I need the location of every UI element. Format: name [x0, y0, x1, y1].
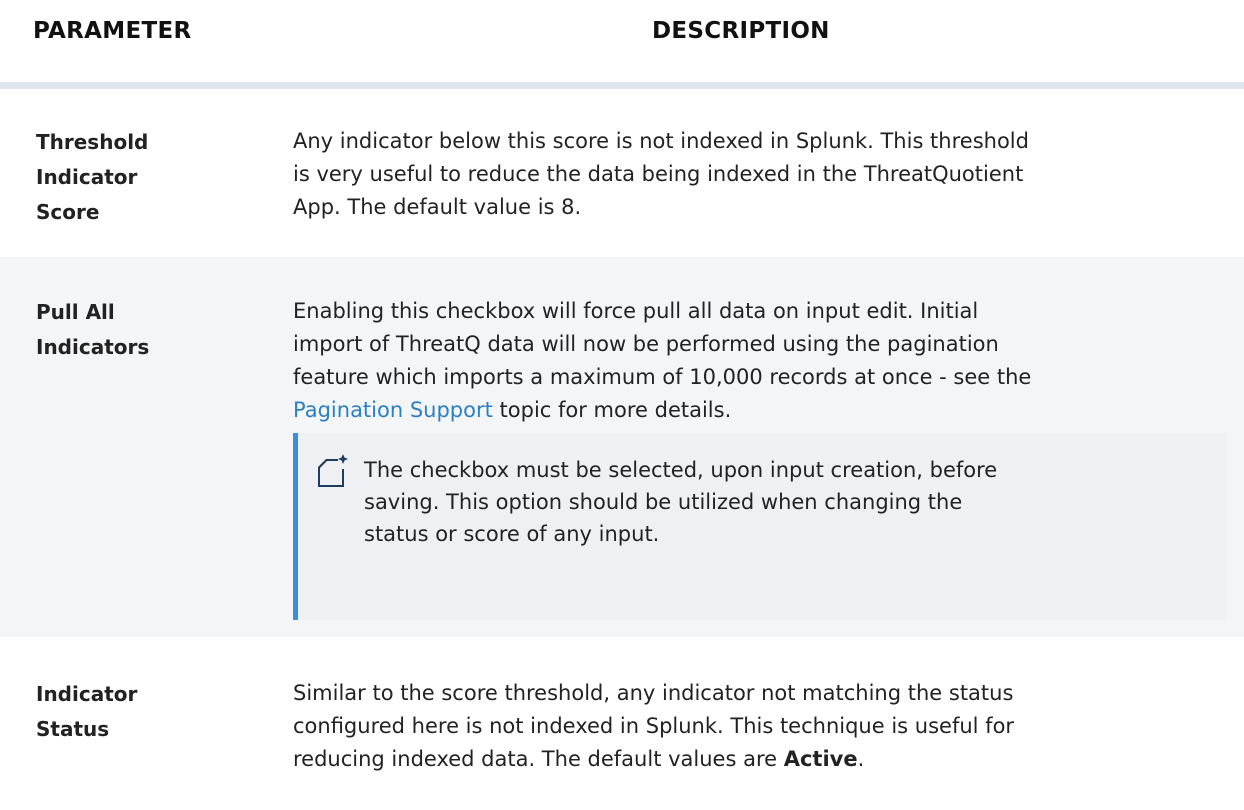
description-line: Enabling this checkbox will force pull a… — [293, 299, 979, 323]
parameter-name-line: Score — [36, 200, 100, 224]
parameter-name-line: Indicators — [36, 335, 150, 359]
table-row: Threshold Indicator Score Any indicator … — [0, 89, 1244, 257]
link-suffix-text: topic for more details. — [492, 398, 732, 422]
table-row: Pull All Indicators Enabling this checkb… — [0, 257, 1244, 637]
parameter-name-line: Threshold — [36, 130, 149, 154]
description-text: . — [857, 747, 865, 771]
parameter-name-line: Pull All — [36, 300, 115, 324]
parameter-table: PARAMETER DESCRIPTION Threshold Indicato… — [0, 0, 1244, 810]
parameter-name: Pull All Indicators — [36, 295, 236, 365]
note-line: saving. This option should be utilized w… — [364, 490, 963, 514]
parameter-description: Enabling this checkbox will force pull a… — [293, 295, 1213, 427]
description-line: is very useful to reduce the data being … — [293, 162, 1024, 186]
description-line: import of ThreatQ data will now be perfo… — [293, 332, 999, 356]
note-text: The checkbox must be selected, upon inpu… — [364, 454, 1214, 550]
parameter-column-header: PARAMETER — [33, 18, 192, 44]
parameter-name-line: Status — [36, 717, 110, 741]
note-callout: The checkbox must be selected, upon inpu… — [293, 433, 1227, 620]
description-line: Any indicator below this score is not in… — [293, 129, 1029, 153]
note-line: status or score of any input. — [364, 522, 660, 546]
default-value: Active — [783, 747, 858, 771]
description-line: App. The default value is 8. — [293, 195, 582, 219]
description-column-header: DESCRIPTION — [652, 18, 830, 44]
parameter-name: Indicator Status — [36, 677, 236, 747]
description-line: reducing indexed data. The default value… — [293, 743, 1213, 776]
note-icon — [318, 454, 348, 487]
parameter-description: Any indicator below this score is not in… — [293, 125, 1213, 224]
parameter-description: Similar to the score threshold, any indi… — [293, 677, 1213, 776]
table-row: Indicator Status Similar to the score th… — [0, 637, 1244, 810]
description-line: feature which imports a maximum of 10,00… — [293, 365, 1032, 389]
parameter-name-line: Indicator — [36, 682, 138, 706]
description-text: reducing indexed data. The default value… — [293, 747, 784, 771]
table-header: PARAMETER DESCRIPTION — [0, 0, 1244, 89]
note-line: The checkbox must be selected, upon inpu… — [364, 458, 998, 482]
description-line: configured here is not indexed in Splunk… — [293, 714, 1015, 738]
pagination-support-link[interactable]: Pagination Support — [293, 398, 493, 422]
description-line: Pagination Support topic for more detail… — [293, 394, 1213, 427]
parameter-name: Threshold Indicator Score — [36, 125, 236, 230]
description-line: Similar to the score threshold, any indi… — [293, 681, 1014, 705]
parameter-name-line: Indicator — [36, 165, 138, 189]
